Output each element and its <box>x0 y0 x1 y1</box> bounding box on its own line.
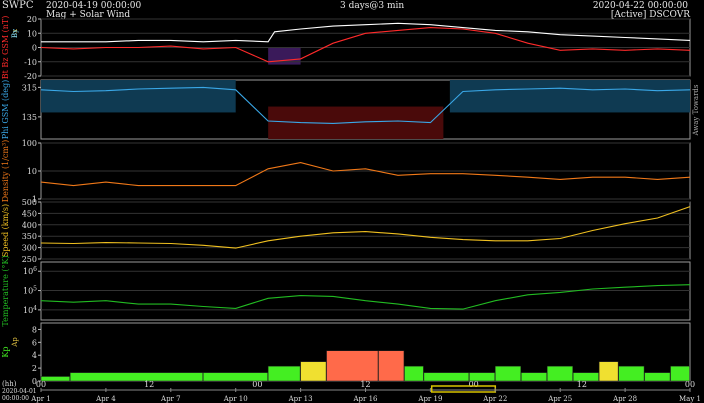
kp-bar <box>521 372 547 382</box>
space-weather-dashboard: SWPC 2020-04-19 00:00:00 Mag + Solar Win… <box>0 0 704 403</box>
y-tick-label: 0 <box>32 44 37 53</box>
kp-bar <box>69 372 203 382</box>
y-tick-label: 500 <box>22 198 37 207</box>
y-tick-label: 300 <box>22 244 37 253</box>
y-tick-label: 250 <box>22 255 37 264</box>
kp-bar <box>644 372 671 382</box>
date-tick-label: Apr 13 <box>288 395 313 403</box>
y-tick-label: 4 <box>32 351 37 360</box>
date-timeline: Apr 1 Apr 4 Apr 7 Apr 10 Apr 13 Apr 16 Apr 19 A… <box>30 385 701 403</box>
y-tick-label: 400 <box>22 221 37 230</box>
kp-bar <box>326 350 379 382</box>
phi-band-away <box>41 80 236 113</box>
y-axis-label: Bt Bz GSM (nT) <box>1 16 10 80</box>
hour-tick-label: 00 <box>685 380 695 389</box>
y-tick-label: 450 <box>22 209 37 218</box>
y-tick-label: 6 <box>32 338 37 347</box>
y-tick-label: 106 <box>23 266 37 276</box>
y-axis-label: Kp <box>1 346 10 357</box>
hour-tick-label: 00 <box>36 380 46 389</box>
phi-band-away <box>449 80 690 113</box>
y-tick-label: -10 <box>24 58 37 67</box>
y-tick-label: 100 <box>22 139 37 148</box>
date-axis-date: 2020-04-01 <box>2 388 37 395</box>
kp-bar <box>267 365 301 382</box>
kp-bar <box>546 365 573 382</box>
plots-canvas[interactable]: 20100-10-20Bt Bz GSM (nT) BxBy315135Phi G… <box>0 0 704 403</box>
hour-tick-label: 12 <box>144 380 154 389</box>
y-tick-label: 135 <box>22 113 37 122</box>
kp-bar <box>618 365 645 382</box>
hour-tick-label: 12 <box>360 380 370 389</box>
date-tick-label: May 1 <box>679 395 701 403</box>
date-tick-label: Apr 7 <box>160 395 181 403</box>
y-tick-label: 10 <box>27 167 37 176</box>
time-window-slider[interactable] <box>430 385 497 393</box>
hour-axis-label: (hh) <box>2 380 17 388</box>
date-tick-label: Apr 22 <box>482 395 507 403</box>
phi-side-label: Away Towards <box>692 84 700 136</box>
y-tick-label: 350 <box>22 232 37 241</box>
date-tick-label: Apr 10 <box>223 395 248 403</box>
date-axis-time: 00:00:00 <box>2 395 29 402</box>
kp-bar <box>670 365 690 382</box>
panel-1: 315 135 Phi GSM (deg) <box>1 79 691 140</box>
y-tick-label: 10 <box>27 29 37 38</box>
hour-tick-label: 12 <box>577 380 587 389</box>
date-tick-label: Apr 1 <box>30 395 51 403</box>
y-tick-label: 8 <box>32 325 37 334</box>
date-tick-label: Apr 28 <box>612 395 637 403</box>
y-tick-label: 2 <box>32 364 37 373</box>
kp-bar <box>378 350 405 382</box>
y-tick-label: 315 <box>22 83 37 92</box>
panel-0: 20100-10-20Bt Bz GSM (nT) BxBy <box>1 15 691 81</box>
y-axis-label: Temperature (°K) <box>1 255 10 326</box>
hour-tick-label: 00 <box>252 380 262 389</box>
y-tick-label: 104 <box>23 305 37 315</box>
panel-3: 500 450 400 350 300 250 Speed (km/s) <box>1 198 691 264</box>
date-tick-label: Apr 16 <box>352 395 378 403</box>
y-axis-sublabel: Ap <box>11 337 19 348</box>
panel-2: 100101Density (1/cm³) <box>1 139 691 204</box>
y-tick-label: 20 <box>27 15 37 24</box>
date-tick-label: Apr 19 <box>417 395 442 403</box>
y-tick-label: 105 <box>23 286 37 296</box>
y-tick-label: -20 <box>24 72 37 81</box>
kp-bar <box>300 361 327 382</box>
y-axis-label: Density (1/cm³) <box>1 140 10 203</box>
kp-bar <box>495 365 522 382</box>
date-tick-label: Apr 25 <box>547 395 572 403</box>
y-axis-label: Speed (km/s) <box>1 204 10 257</box>
kp-bar <box>404 365 424 382</box>
y-axis-sublabel: By <box>11 29 19 38</box>
kp-bar <box>598 361 619 382</box>
panel-5: 86420KpAp <box>1 322 691 386</box>
hour-tick-label: 00 <box>469 380 479 389</box>
kp-bar <box>423 372 470 382</box>
panel-4: 106 105 104 Temperature (°K) <box>1 255 691 327</box>
date-tick-label: Apr 4 <box>95 395 116 403</box>
y-axis-label: Phi GSM (deg) <box>1 80 10 139</box>
